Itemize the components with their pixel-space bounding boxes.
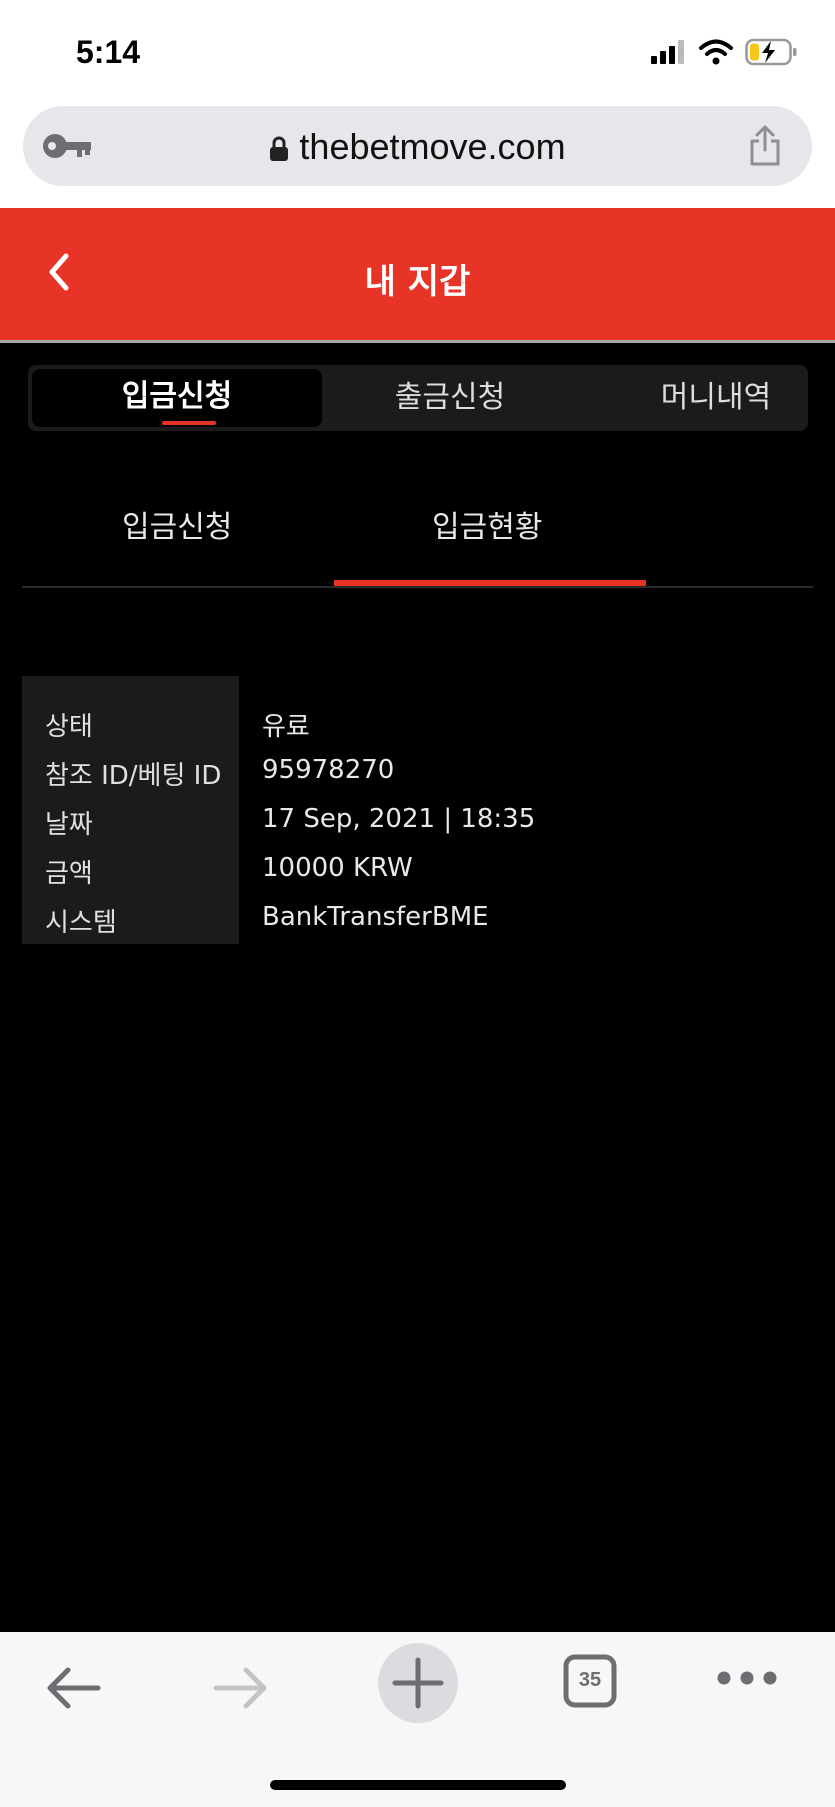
share-icon[interactable]	[748, 124, 782, 166]
label-system: 시스템	[45, 908, 117, 938]
new-tab-plus-icon[interactable]	[377, 1642, 459, 1724]
label-reference-id: 참조 ID/베팅 ID	[45, 761, 222, 791]
status-bar: 5:14	[0, 0, 835, 100]
url-text: thebetmove.com	[299, 126, 566, 167]
browser-url-area: thebetmove.com	[0, 100, 835, 208]
back-arrow-icon[interactable]	[42, 1660, 102, 1716]
active-subtab-indicator	[334, 580, 646, 586]
page-header: 내 지갑	[0, 208, 835, 340]
url-display[interactable]: thebetmove.com	[23, 126, 812, 168]
signal-icon	[651, 40, 684, 64]
wifi-icon	[699, 39, 733, 65]
header-divider	[0, 340, 835, 343]
label-date: 날짜	[45, 810, 93, 840]
value-status: 유료	[262, 712, 310, 742]
subtab-deposit-request[interactable]: 입금신청	[122, 502, 232, 546]
battery-charging-icon	[745, 38, 797, 66]
tab-count: 35	[578, 1669, 602, 1691]
browser-toolbar: 35	[0, 1632, 835, 1807]
tab-label: 입금신청	[121, 379, 233, 414]
info-labels-panel: 상태 참조 ID/베팅 ID 날짜 금액 시스템	[22, 676, 239, 944]
value-system: BankTransferBME	[262, 902, 489, 932]
tab-label: 출금신청	[394, 380, 506, 415]
active-tab-underline	[162, 421, 216, 425]
more-dots-icon[interactable]	[716, 1670, 778, 1686]
lock-icon	[270, 137, 289, 162]
url-bar[interactable]: thebetmove.com	[23, 106, 812, 186]
value-date: 17 Sep, 2021 | 18:35	[262, 804, 536, 834]
tab-deposit-request[interactable]: 입금신청	[32, 369, 322, 427]
status-icons	[651, 38, 799, 66]
label-status: 상태	[45, 712, 93, 742]
forward-arrow-icon[interactable]	[212, 1660, 272, 1716]
tab-label: 머니내역	[660, 380, 772, 415]
deposit-subtabs: 입금신청 입금현황	[22, 480, 813, 588]
tab-money-history[interactable]: 머니내역	[571, 365, 835, 431]
label-amount: 금액	[45, 859, 93, 889]
home-indicator	[270, 1780, 566, 1790]
value-amount: 10000 KRW	[262, 853, 413, 883]
tab-withdraw-request[interactable]: 출금신청	[305, 365, 595, 431]
value-reference-id: 95978270	[262, 755, 395, 785]
wallet-tabs: 입금신청 출금신청 머니내역	[28, 365, 808, 431]
tab-count-button[interactable]: 35	[563, 1654, 617, 1708]
status-time: 5:14	[76, 34, 141, 70]
page-title: 내 지갑	[364, 262, 471, 302]
subtab-deposit-status[interactable]: 입금현황	[432, 502, 542, 546]
